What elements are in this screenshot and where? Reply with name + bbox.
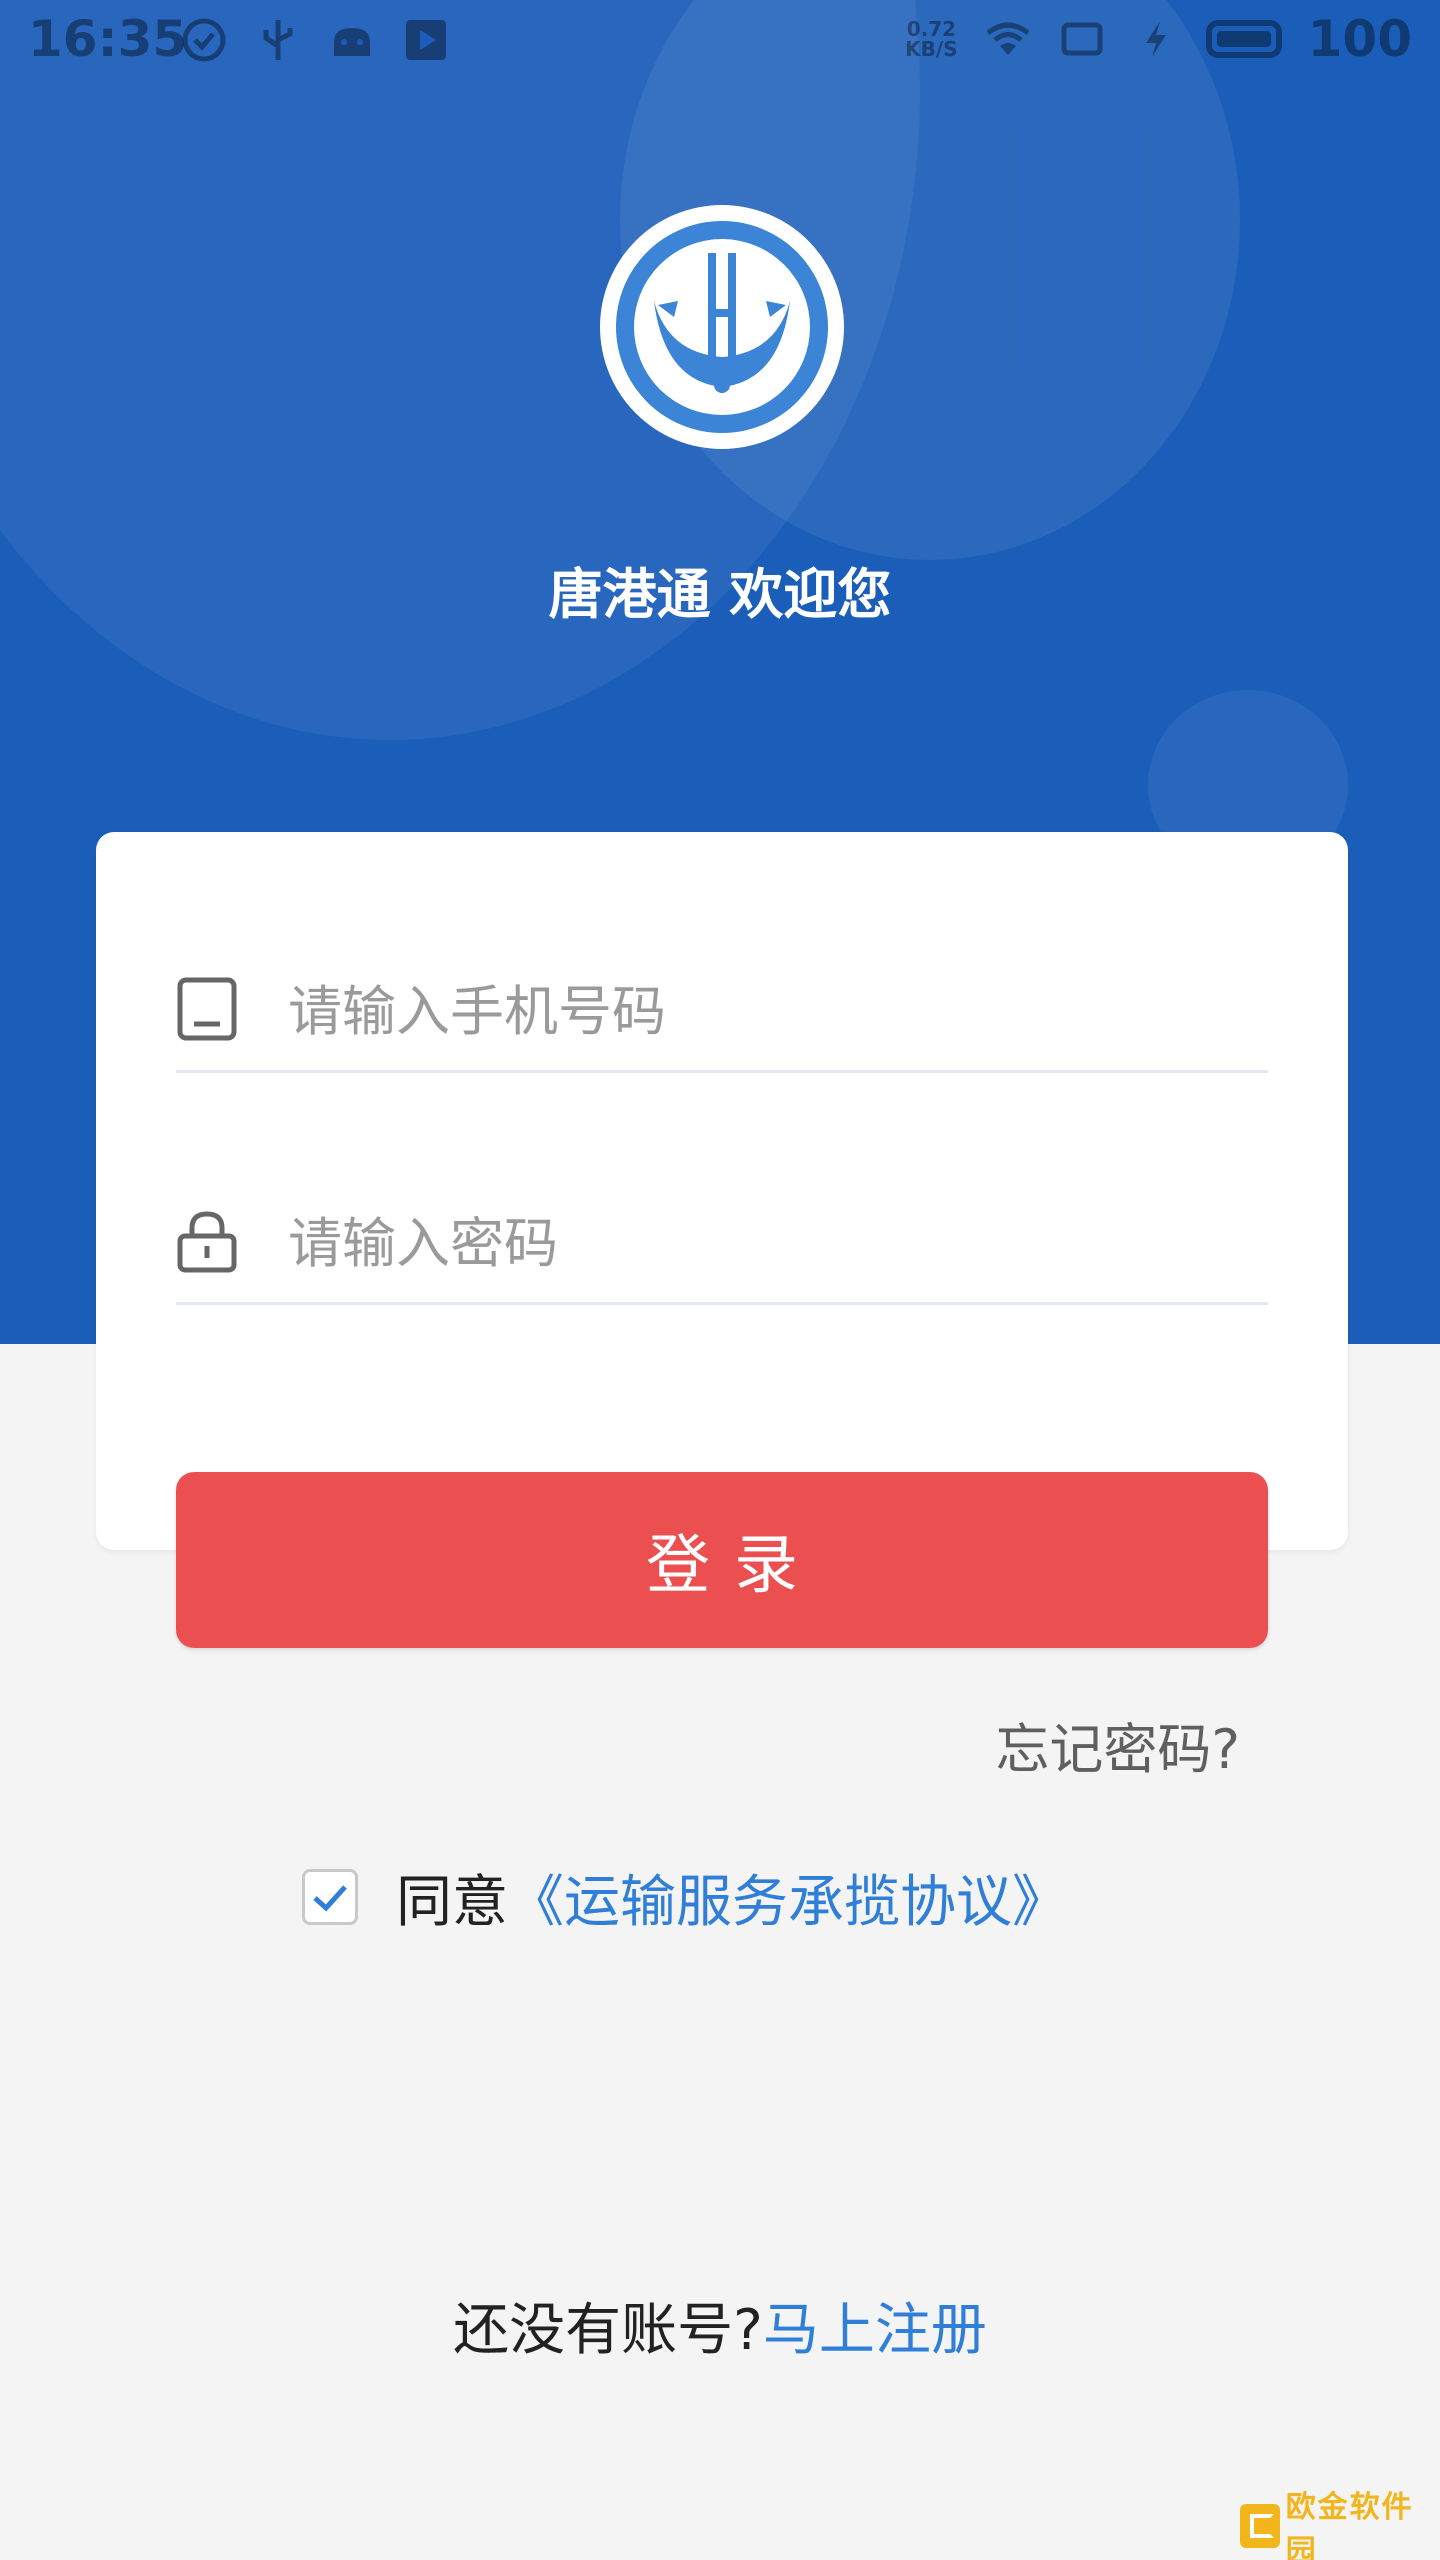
agreement-row: 同意 《运输服务承揽协议》 — [302, 1862, 1068, 1935]
network-speed: 0.72 KB/S — [905, 17, 958, 61]
login-card — [96, 832, 1348, 1550]
usb-icon — [263, 20, 293, 60]
android-icon — [334, 28, 370, 56]
register-prompt: 还没有账号? — [453, 2298, 763, 2363]
battery-icon — [1205, 20, 1282, 58]
checkmark-icon — [313, 1885, 347, 1912]
password-field — [176, 1182, 1268, 1305]
agree-label: 同意 — [396, 1869, 508, 1935]
phone-field — [176, 950, 1268, 1073]
register-link[interactable]: 马上注册 — [763, 2298, 987, 2363]
login-button[interactable]: 登录 — [176, 1472, 1268, 1648]
lock-icon — [177, 1211, 237, 1273]
battery-level: 100 — [1307, 10, 1412, 68]
phone-input[interactable] — [286, 950, 1250, 1072]
watermark-logo-icon — [1240, 2504, 1280, 2548]
phone-icon — [177, 977, 237, 1041]
watermark-text: 欧金软件园 — [1285, 2490, 1414, 2560]
check-circle-icon — [182, 18, 226, 62]
forgot-password-link[interactable]: 忘记密码? — [995, 1705, 1240, 1784]
play-store-icon — [406, 20, 446, 60]
password-input[interactable] — [286, 1182, 1250, 1304]
status-time: 16:35 — [28, 10, 188, 68]
sim-icon — [1061, 22, 1103, 56]
login-screen: 16:35 0.72 KB/S 100 唐港通 欢迎您 请输入手机号码 登录 忘… — [0, 0, 1440, 2560]
register-row: 还没有账号?马上注册 — [0, 2285, 1440, 2366]
agreement-checkbox[interactable] — [302, 1869, 358, 1925]
agreement-link[interactable]: 《运输服务承揽协议》 — [508, 1857, 1068, 1938]
status-bar: 16:35 0.72 KB/S 100 — [0, 0, 1440, 80]
watermark: 欧金软件园 — [1240, 2490, 1430, 2560]
charging-icon — [1145, 21, 1166, 57]
status-system-icons: 0.72 KB/S 100 — [905, 10, 1412, 68]
wifi-icon — [986, 22, 1030, 55]
app-logo — [600, 205, 844, 449]
welcome-title: 唐港通 欢迎您 — [548, 563, 892, 626]
status-notification-icons — [180, 16, 450, 64]
anchor-icon — [616, 221, 828, 433]
